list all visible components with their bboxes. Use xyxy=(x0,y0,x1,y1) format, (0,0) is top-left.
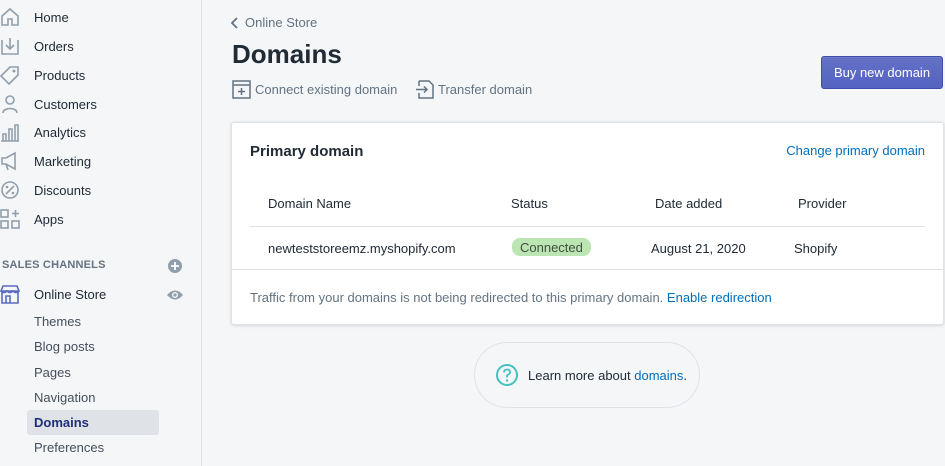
page-title: Domains xyxy=(232,39,342,69)
column-header-date-added: Date added xyxy=(655,196,723,211)
megaphone-icon xyxy=(1,151,16,171)
sidebar-item-label: Customers xyxy=(34,96,97,112)
sidebar-item-label: Online Store xyxy=(34,286,107,302)
tag-icon xyxy=(0,66,19,85)
table-divider xyxy=(250,226,925,227)
sidebar-subitem-preferences[interactable]: Preferences xyxy=(27,435,159,460)
connect-domain-label: Connect existing domain xyxy=(255,82,398,97)
change-primary-domain-link[interactable]: Change primary domain xyxy=(786,143,925,158)
store-icon xyxy=(0,285,20,304)
breadcrumb-label: Online Store xyxy=(245,15,318,30)
eye-icon[interactable] xyxy=(166,288,184,302)
sidebar-subitem-navigation[interactable]: Navigation xyxy=(27,385,159,410)
sidebar-subitem-themes[interactable]: Themes xyxy=(27,309,159,334)
help-prefix: Learn more about xyxy=(528,367,631,383)
card-footer-divider xyxy=(232,269,943,270)
sidebar-item-label: Home xyxy=(34,9,69,25)
sidebar: Home Orders Products Customers Analytics… xyxy=(0,0,202,466)
redirect-notice-text: Traffic from your domains is not being r… xyxy=(250,290,664,305)
primary-domain-card: Primary domain Change primary domain Dom… xyxy=(231,122,944,325)
column-header-domain-name: Domain Name xyxy=(268,196,352,211)
date-added-cell: August 21, 2020 xyxy=(651,241,746,256)
add-channel-icon[interactable] xyxy=(167,258,183,274)
transfer-domain-button[interactable]: Transfer domain xyxy=(415,80,532,99)
transfer-domain-label: Transfer domain xyxy=(438,82,533,97)
enable-redirection-link[interactable]: Enable redirection xyxy=(667,290,772,305)
bar-chart-icon xyxy=(1,124,19,142)
status-badge: Connected xyxy=(510,236,593,258)
help-footer: Learn more about domains. xyxy=(474,342,700,408)
sidebar-item-label: Marketing xyxy=(34,153,92,169)
person-icon xyxy=(2,95,18,114)
transfer-domain-icon xyxy=(416,80,434,99)
sidebar-item-label: Orders xyxy=(34,38,74,54)
connect-domain-icon xyxy=(232,80,251,99)
sidebar-item-label: Products xyxy=(34,67,86,83)
sidebar-subitem-blog-posts[interactable]: Blog posts xyxy=(27,334,159,359)
home-icon xyxy=(1,7,19,26)
column-header-provider: Provider xyxy=(798,196,847,211)
chevron-left-icon xyxy=(231,16,238,29)
domains-help-link[interactable]: domains xyxy=(634,368,683,383)
sidebar-subitem-pages[interactable]: Pages xyxy=(27,360,159,385)
domain-name-cell: newteststoreemz.myshopify.com xyxy=(268,241,456,256)
sidebar-subitem-domains[interactable]: Domains xyxy=(27,410,159,435)
redirect-notice: Traffic from your domains is not being r… xyxy=(250,290,772,305)
orders-icon xyxy=(1,38,19,55)
help-question-icon xyxy=(496,364,518,386)
breadcrumb[interactable]: Online Store xyxy=(231,15,317,30)
sidebar-item-label: Discounts xyxy=(34,182,92,198)
card-title: Primary domain xyxy=(250,143,364,160)
sidebar-item-label: Apps xyxy=(34,211,64,227)
help-suffix: . xyxy=(683,367,688,383)
connect-domain-button[interactable]: Connect existing domain xyxy=(232,80,397,99)
buy-new-domain-button[interactable]: Buy new domain xyxy=(821,56,943,89)
discount-icon xyxy=(1,181,19,199)
provider-cell: Shopify xyxy=(794,241,838,256)
sidebar-item-label: Analytics xyxy=(34,124,87,140)
column-header-status: Status xyxy=(511,196,548,211)
apps-icon xyxy=(0,209,20,229)
help-text: Learn more about domains. xyxy=(528,368,687,383)
sales-channels-heading: SALES CHANNELS xyxy=(2,259,106,271)
